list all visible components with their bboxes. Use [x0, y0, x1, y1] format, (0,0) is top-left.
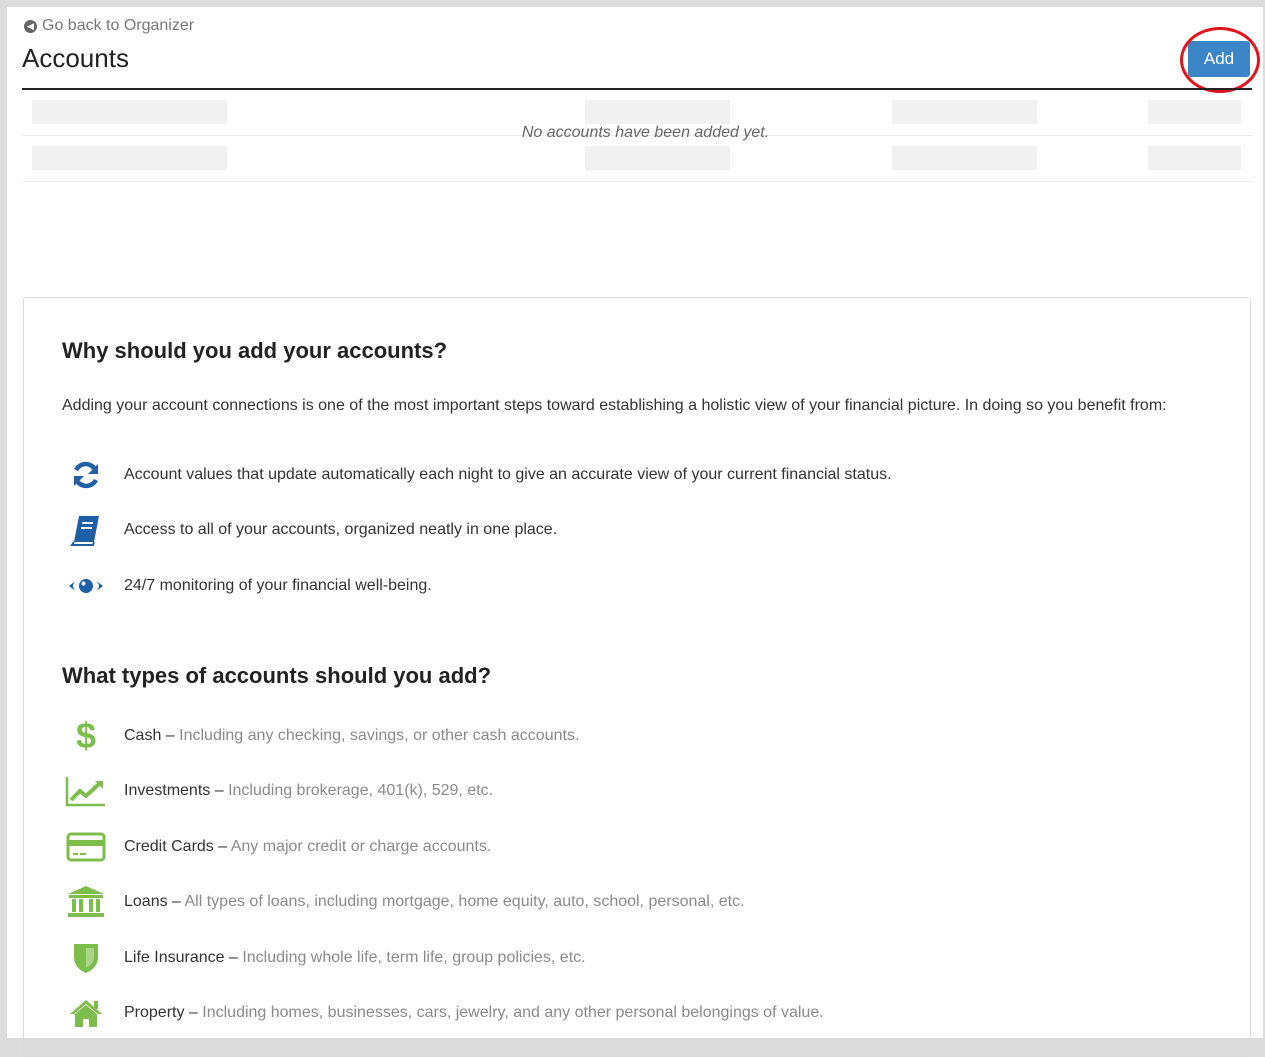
account-type-desc: Including brokerage, 401(k), 529, etc.	[228, 782, 494, 799]
account-type-desc: Including whole life, term life, group p…	[242, 949, 586, 966]
why-intro: Adding your account connections is one o…	[62, 397, 1167, 414]
benefit-item: Access to all of your accounts, organize…	[62, 513, 557, 547]
bank-icon	[58, 885, 114, 919]
benefit-item: 24/7 monitoring of your financial well-b…	[62, 569, 432, 603]
skeleton-cell	[892, 100, 1037, 124]
account-type-desc: Any major credit or charge accounts.	[230, 838, 492, 855]
add-account-button[interactable]: Add	[1188, 41, 1250, 77]
back-to-organizer-link[interactable]: ◀ Go back to Organizer	[24, 17, 194, 35]
separator: –	[210, 782, 229, 799]
empty-accounts-message: No accounts have been added yet.	[521, 124, 770, 141]
account-type-name: Life Insurance	[124, 949, 225, 966]
separator: –	[184, 1004, 203, 1021]
home-icon	[58, 996, 114, 1030]
skeleton-cell	[892, 146, 1037, 170]
account-type-name: Investments	[124, 782, 211, 799]
credit-card-icon	[58, 830, 114, 864]
separator: –	[167, 893, 185, 910]
info-card: Why should you add your accounts? Adding…	[23, 297, 1251, 1057]
skeleton-cell	[1148, 100, 1241, 124]
account-type-item: Life Insurance – Including whole life, t…	[62, 941, 586, 975]
account-type-item: Credit Cards – Any major credit or charg…	[62, 830, 491, 864]
account-type-item: $ Cash – Including any checking, savings…	[62, 718, 580, 754]
page-title: Accounts	[22, 43, 129, 73]
benefit-text: Account values that update automatically…	[124, 466, 892, 483]
skeleton-cell	[1148, 146, 1241, 170]
eye-icon	[58, 569, 114, 603]
skeleton-cell	[585, 100, 730, 124]
benefit-text: 24/7 monitoring of your financial well-b…	[124, 577, 432, 594]
line-chart-icon	[58, 774, 114, 808]
account-type-desc: Including homes, businesses, cars, jewel…	[202, 1004, 824, 1021]
back-link-label: Go back to Organizer	[42, 17, 195, 34]
skeleton-cell	[32, 146, 227, 170]
book-icon	[58, 513, 114, 547]
separator: –	[161, 727, 180, 744]
row-divider	[22, 181, 1252, 182]
skeleton-cell	[585, 146, 730, 170]
benefit-item: Account values that update automatically…	[62, 458, 892, 492]
accounts-table: No accounts have been added yet.	[22, 90, 1252, 190]
types-heading: What types of accounts should you add?	[62, 663, 492, 688]
separator: –	[224, 949, 243, 966]
account-type-desc: Including any checking, savings, or othe…	[179, 727, 580, 744]
skeleton-cell	[32, 100, 227, 124]
separator: –	[213, 838, 231, 855]
account-type-name: Cash	[124, 727, 162, 744]
arrow-left-circle-icon: ◀	[24, 19, 37, 33]
account-type-name: Property	[124, 1004, 185, 1021]
account-type-desc: All types of loans, including mortgage, …	[184, 893, 745, 910]
shield-icon	[58, 941, 114, 975]
account-type-item: Investments – Including brokerage, 401(k…	[62, 774, 493, 808]
account-type-name: Credit Cards	[124, 838, 214, 855]
account-type-item: Loans – All types of loans, including mo…	[62, 885, 745, 919]
page-frame: ◀ Go back to Organizer Accounts Add No a…	[7, 7, 1263, 1057]
why-heading: Why should you add your accounts?	[62, 338, 448, 363]
account-type-item: Property – Including homes, businesses, …	[62, 996, 824, 1030]
account-type-name: Loans	[124, 893, 168, 910]
benefit-text: Access to all of your accounts, organize…	[124, 521, 558, 538]
refresh-icon	[58, 458, 114, 492]
dollar-icon: $	[75, 715, 97, 756]
